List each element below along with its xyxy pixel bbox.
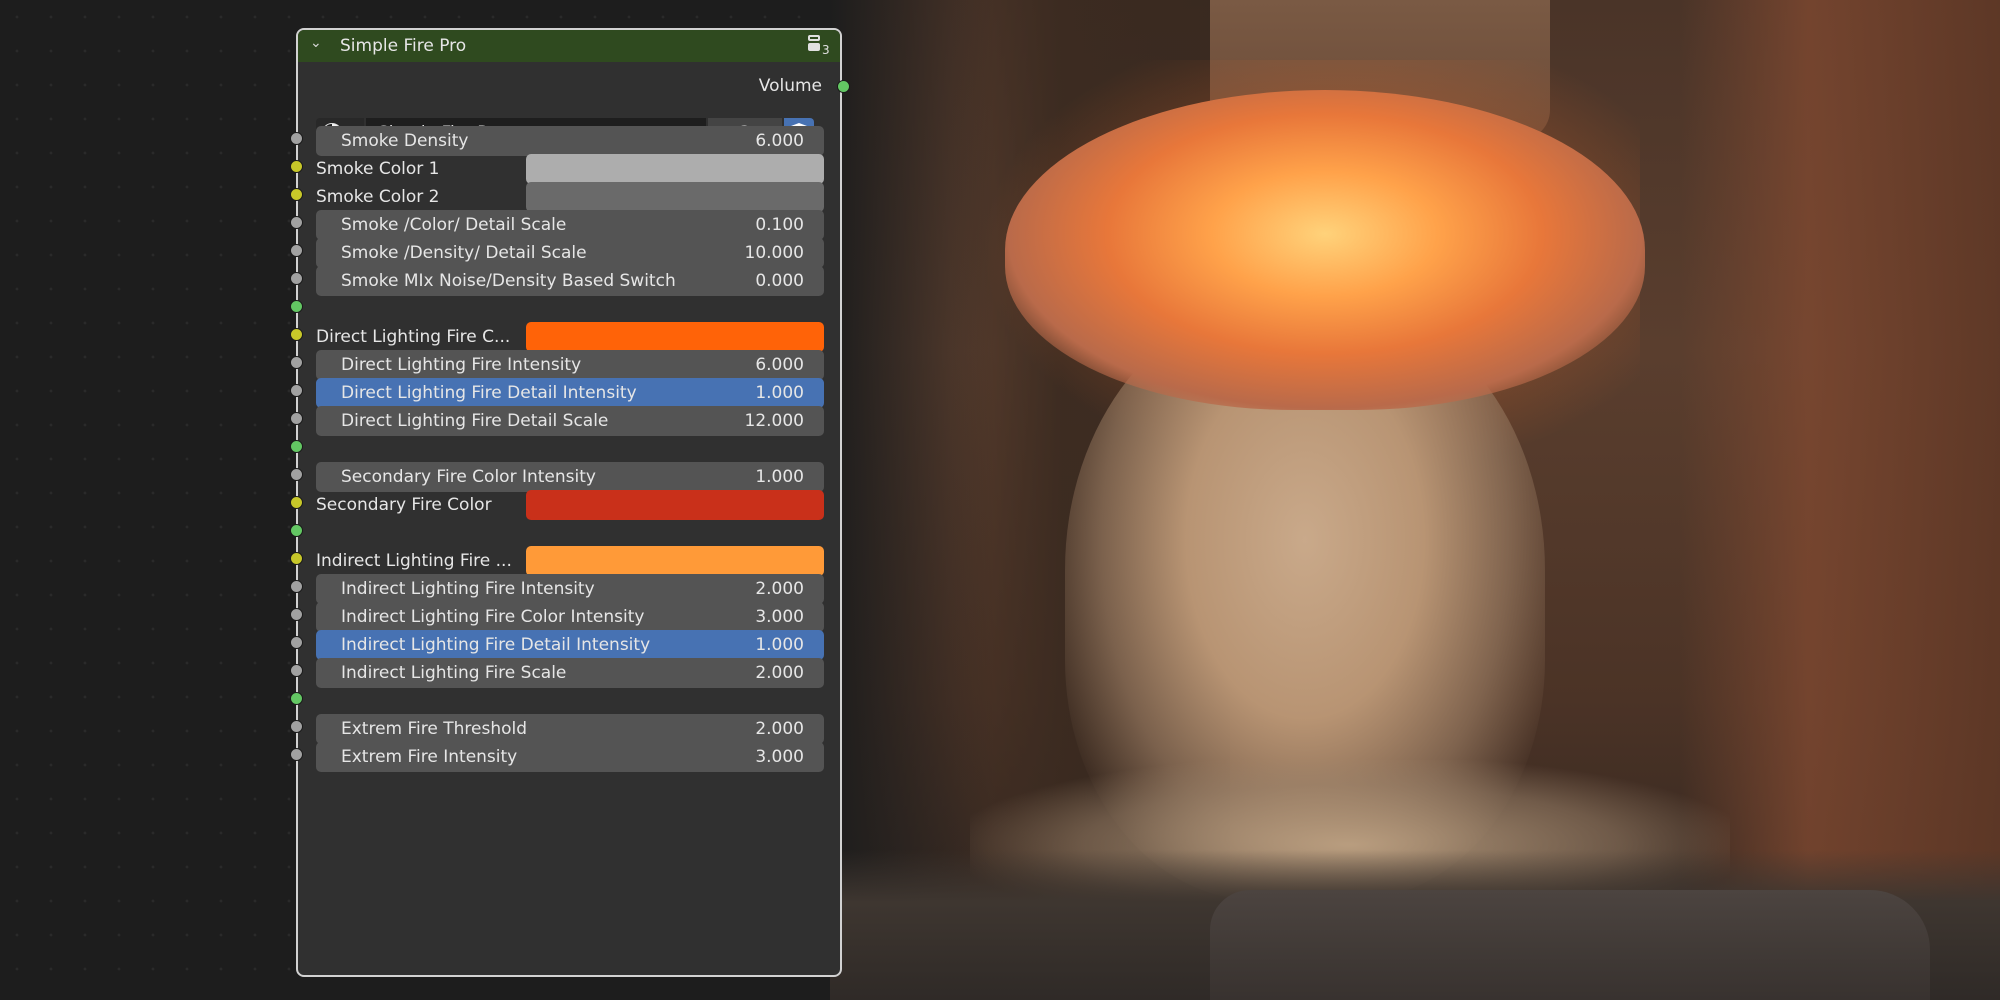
input-socket-indirect-fire-detail-intensity[interactable] bbox=[290, 636, 303, 649]
input-socket-indirect-fire-scale[interactable] bbox=[290, 664, 303, 677]
shader-node-simple-fire-pro[interactable]: ⌄ Simple Fire Pro 3 Volume ⌄ Simple Fire… bbox=[290, 28, 850, 977]
input-socket-shader-4[interactable] bbox=[290, 692, 303, 705]
input-socket-extrem-fire-threshold[interactable] bbox=[290, 720, 303, 733]
indirect-fire-color-label: Indirect Lighting Fire ... bbox=[316, 551, 512, 571]
collapse-chevron-icon[interactable]: ⌄ bbox=[310, 35, 322, 51]
input-socket-secondary-fire-color[interactable] bbox=[290, 496, 303, 509]
input-socket-direct-fire-color[interactable] bbox=[290, 328, 303, 341]
input-socket-indirect-fire-intensity[interactable] bbox=[290, 580, 303, 593]
indirect-fire-intensity-field[interactable]: Indirect Lighting Fire Intensity 2.000 bbox=[316, 574, 824, 604]
indirect-fire-color-swatch[interactable] bbox=[526, 546, 824, 576]
input-socket-smoke-color-detail-scale[interactable] bbox=[290, 216, 303, 229]
render-preview-image bbox=[830, 0, 2000, 1000]
smoke-color-2-swatch[interactable] bbox=[526, 182, 824, 212]
smoke-density-field[interactable]: Smoke Density 6.000 bbox=[316, 126, 824, 156]
direct-fire-detail-scale-field[interactable]: Direct Lighting Fire Detail Scale 12.000 bbox=[316, 406, 824, 436]
direct-fire-intensity-field[interactable]: Direct Lighting Fire Intensity 6.000 bbox=[316, 350, 824, 380]
input-socket-smoke-density[interactable] bbox=[290, 132, 303, 145]
smoke-color-1-label: Smoke Color 1 bbox=[316, 159, 440, 179]
input-socket-shader-3[interactable] bbox=[290, 524, 303, 537]
indirect-fire-scale-field[interactable]: Indirect Lighting Fire Scale 2.000 bbox=[316, 658, 824, 688]
output-socket-volume[interactable] bbox=[837, 80, 850, 93]
output-label-volume: Volume bbox=[758, 76, 822, 96]
input-socket-shader-2[interactable] bbox=[290, 440, 303, 453]
input-socket-smoke-mix-switch[interactable] bbox=[290, 272, 303, 285]
input-socket-smoke-density-detail-scale[interactable] bbox=[290, 244, 303, 257]
direct-fire-color-swatch[interactable] bbox=[526, 322, 824, 352]
direct-fire-color-label: Direct Lighting Fire C... bbox=[316, 327, 511, 347]
fire-explosion bbox=[1005, 90, 1645, 410]
smoke-color-detail-scale-field[interactable]: Smoke /Color/ Detail Scale 0.100 bbox=[316, 210, 824, 240]
node-group-icon[interactable]: 3 bbox=[806, 35, 832, 57]
smoke-color-2-label: Smoke Color 2 bbox=[316, 187, 440, 207]
secondary-fire-color-label: Secondary Fire Color bbox=[316, 495, 492, 515]
secondary-fire-color-swatch[interactable] bbox=[526, 490, 824, 520]
direct-fire-detail-intensity-field[interactable]: Direct Lighting Fire Detail Intensity 1.… bbox=[316, 378, 824, 408]
node-header[interactable]: ⌄ Simple Fire Pro 3 bbox=[298, 30, 840, 62]
input-socket-direct-fire-detail-scale[interactable] bbox=[290, 412, 303, 425]
input-socket-smoke-color-2[interactable] bbox=[290, 188, 303, 201]
secondary-fire-color-intensity-field[interactable]: Secondary Fire Color Intensity 1.000 bbox=[316, 462, 824, 492]
smoke-color-1-swatch[interactable] bbox=[526, 154, 824, 184]
input-socket-secondary-fire-color-intensity[interactable] bbox=[290, 468, 303, 481]
input-socket-smoke-color-1[interactable] bbox=[290, 160, 303, 173]
smoke-density-detail-scale-field[interactable]: Smoke /Density/ Detail Scale 10.000 bbox=[316, 238, 824, 268]
indirect-fire-detail-intensity-field[interactable]: Indirect Lighting Fire Detail Intensity … bbox=[316, 630, 824, 660]
input-socket-shader-1[interactable] bbox=[290, 300, 303, 313]
input-socket-extrem-fire-intensity[interactable] bbox=[290, 748, 303, 761]
input-socket-indirect-fire-color[interactable] bbox=[290, 552, 303, 565]
node-title: Simple Fire Pro bbox=[340, 36, 467, 56]
indirect-fire-color-intensity-field[interactable]: Indirect Lighting Fire Color Intensity 3… bbox=[316, 602, 824, 632]
smoke-mix-switch-field[interactable]: Smoke MIx Noise/Density Based Switch 0.0… bbox=[316, 266, 824, 296]
extrem-fire-threshold-field[interactable]: Extrem Fire Threshold 2.000 bbox=[316, 714, 824, 744]
node-user-count: 3 bbox=[822, 43, 830, 57]
extrem-fire-intensity-field[interactable]: Extrem Fire Intensity 3.000 bbox=[316, 742, 824, 772]
input-socket-direct-fire-intensity[interactable] bbox=[290, 356, 303, 369]
input-socket-direct-fire-detail-intensity[interactable] bbox=[290, 384, 303, 397]
input-socket-indirect-fire-color-intensity[interactable] bbox=[290, 608, 303, 621]
